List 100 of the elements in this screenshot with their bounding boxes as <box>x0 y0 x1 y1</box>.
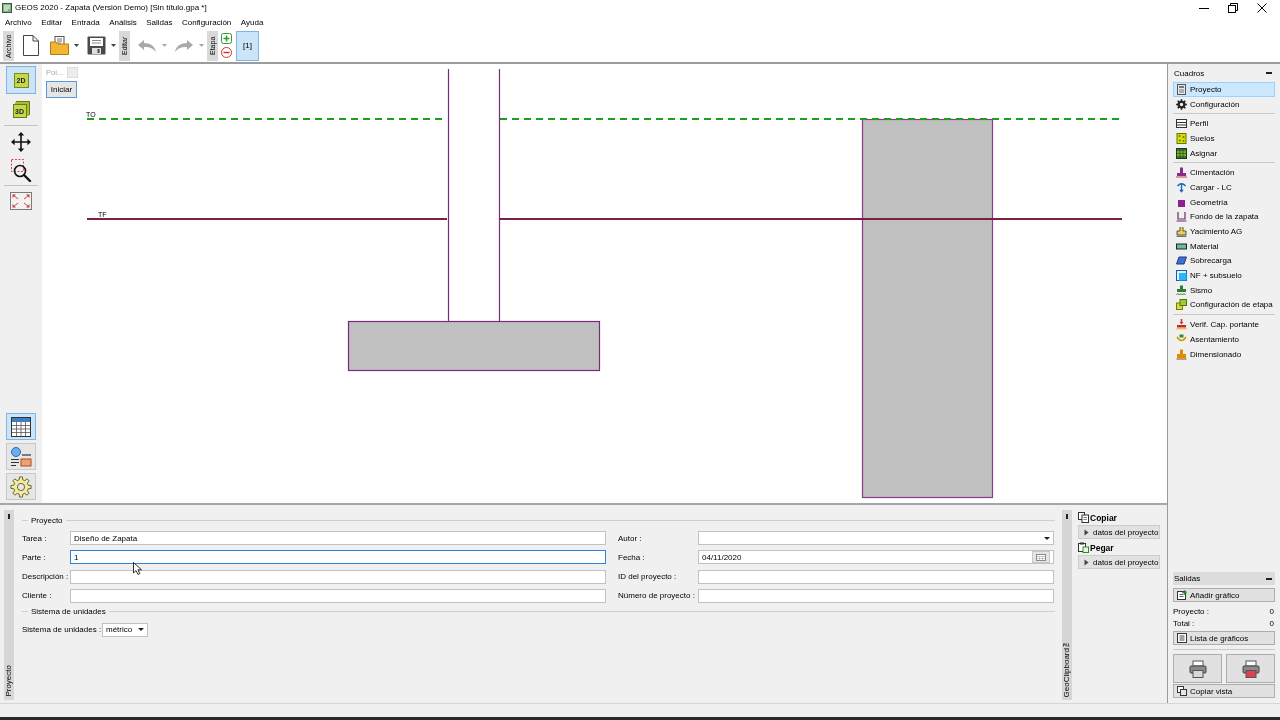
caret-icon[interactable] <box>111 44 116 47</box>
count-value: 0 <box>1269 618 1274 628</box>
caret-icon[interactable] <box>138 628 144 632</box>
side-tab[interactable]: GeoClipboard™ <box>1062 510 1072 700</box>
plus-icon[interactable] <box>221 33 232 44</box>
panel-item[interactable]: Yacimiento AG <box>1173 224 1275 239</box>
menu-item[interactable]: Editar <box>41 17 63 27</box>
add-chart-button[interactable]: Añadir gráfico <box>1173 588 1275 602</box>
field-label: Cliente : <box>22 591 53 601</box>
triangle-icon <box>1084 528 1089 536</box>
print-button[interactable] <box>1226 654 1275 683</box>
panel-item[interactable]: Dimensionado <box>1173 346 1275 362</box>
field-label: Parte : <box>22 552 47 562</box>
document-icon <box>1176 83 1187 95</box>
bar-icon <box>1176 240 1187 252</box>
printer-icon <box>1241 659 1260 678</box>
panel-item[interactable]: Geometría <box>1173 194 1275 210</box>
copy-view-button[interactable]: Copiar vista <box>1173 684 1275 698</box>
close-icon[interactable] <box>1257 2 1267 13</box>
panel-item[interactable]: Sismo <box>1173 282 1275 298</box>
count-label: Total : <box>1173 618 1195 628</box>
panel-item[interactable]: Proyecto <box>1173 82 1275 97</box>
menu-item[interactable]: Análisis <box>109 17 137 27</box>
menu-item[interactable]: Salidas <box>146 17 173 27</box>
handle-icon[interactable] <box>8 514 10 519</box>
text-field[interactable]: 1 <box>70 550 606 565</box>
field-label: Descripción : <box>22 572 70 582</box>
load-arrow-icon <box>1176 181 1187 193</box>
menu-item[interactable]: Entrada <box>71 17 100 27</box>
panel-item[interactable]: NF + subsuelo <box>1173 268 1275 283</box>
settings-icon <box>10 475 32 498</box>
zoom-icon[interactable] <box>10 158 32 182</box>
text-field[interactable] <box>698 588 1054 603</box>
panel-item[interactable]: Fondo de la zapata <box>1173 209 1275 225</box>
table-button[interactable] <box>6 413 36 440</box>
panel-item[interactable]: Verif. Cap. portante <box>1173 317 1275 332</box>
text-field[interactable] <box>698 569 1054 584</box>
panel-item[interactable]: Sobrecarga <box>1173 253 1275 269</box>
fit-view-icon[interactable] <box>10 192 32 210</box>
caret-icon[interactable] <box>1044 536 1050 540</box>
panel-item[interactable]: Suelos <box>1173 131 1275 146</box>
new-document-icon[interactable] <box>22 35 39 56</box>
stage-button[interactable]: [1] <box>236 30 259 61</box>
clipboard-button[interactable]: datos del proyecto <box>1078 555 1160 569</box>
menu-item[interactable]: Archivo <box>5 17 32 27</box>
list-icon <box>1177 633 1187 643</box>
panel-title: Cuadros <box>1174 68 1205 78</box>
water-level-icon <box>1176 270 1187 282</box>
settings-button[interactable] <box>6 473 36 500</box>
panel-item[interactable]: Material <box>1173 238 1275 254</box>
move-icon[interactable] <box>11 132 31 152</box>
seismic-footing-icon <box>1176 284 1187 296</box>
chart-list-button[interactable]: Lista de gráficos <box>1173 631 1275 645</box>
group-title: Sistema de unidades <box>31 607 106 617</box>
combo-field[interactable] <box>698 531 1054 545</box>
clipboard-label: Copiar <box>1090 512 1117 523</box>
group-title: Proyecto <box>31 515 63 525</box>
panel-item[interactable]: Perfil <box>1173 116 1275 132</box>
footing-icon <box>1176 348 1187 360</box>
date-field[interactable]: 04/11/2020 <box>698 550 1054 565</box>
gear-icon <box>1176 98 1187 110</box>
text-field[interactable] <box>70 588 606 603</box>
footing-icon <box>1176 226 1187 238</box>
footing-outline-icon <box>1176 211 1187 223</box>
menu-item[interactable]: Ayuda <box>240 17 264 27</box>
print-button[interactable] <box>1173 654 1222 683</box>
legend-button[interactable] <box>6 443 36 470</box>
text-field[interactable]: Diseño de Zapata <box>70 531 606 545</box>
clipboard-label: Pegar <box>1090 542 1114 553</box>
restore-icon[interactable] <box>1228 2 1238 13</box>
panel-item[interactable]: Configuración <box>1173 96 1275 112</box>
calendar-button[interactable] <box>1032 551 1050 564</box>
panel-item[interactable]: Asentamiento <box>1173 332 1275 347</box>
table-icon <box>11 416 31 437</box>
menu-item[interactable]: Configuración <box>181 17 232 27</box>
calendar-icon <box>1036 553 1046 561</box>
slab-icon <box>1176 255 1187 267</box>
panel-item[interactable]: Asignar <box>1173 145 1275 161</box>
start-button[interactable]: Iniciar <box>46 81 77 98</box>
caret-icon[interactable] <box>74 44 79 47</box>
dotted-tile-icon <box>1176 132 1187 144</box>
folder-icon[interactable] <box>50 36 69 55</box>
field-label: Fecha : <box>617 552 646 562</box>
panel-item[interactable]: Cargar - LC <box>1173 180 1275 195</box>
panel-item[interactable]: Cimentación <box>1173 165 1275 181</box>
layers-icon <box>1176 118 1187 130</box>
triangle-icon <box>1084 558 1089 566</box>
minus-icon[interactable] <box>221 47 232 58</box>
side-tab[interactable]: Proyecto <box>4 510 14 700</box>
legend-icon <box>10 445 32 468</box>
text-field[interactable] <box>70 569 606 584</box>
panel-item[interactable]: Configuración de etapa <box>1173 297 1275 313</box>
collapse-icon[interactable] <box>1266 577 1272 580</box>
clipboard-button[interactable]: datos del proyecto <box>1078 525 1160 539</box>
units-dropdown[interactable]: métrico <box>102 622 148 637</box>
handle-icon[interactable] <box>1066 514 1068 519</box>
field-label: Número de proyecto : <box>617 591 696 601</box>
blocks-icon <box>1176 299 1187 311</box>
footing-icon <box>1176 167 1187 179</box>
count-value: 0 <box>1269 606 1274 616</box>
